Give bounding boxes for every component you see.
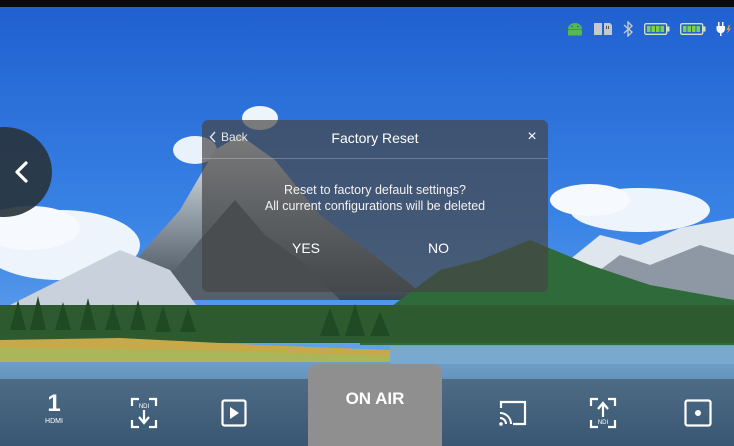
top-border: [0, 0, 734, 7]
ndi-input-button[interactable]: NDI: [129, 396, 159, 430]
source-label: HDMI: [45, 418, 63, 425]
play-icon: [221, 399, 247, 427]
ndi-output-button[interactable]: NDI: [588, 396, 618, 430]
ndi-in-label: NDI: [139, 404, 150, 410]
sd-card-icon: [594, 18, 612, 40]
android-icon: [566, 18, 584, 40]
battery-icon: [644, 18, 670, 40]
ndi-download-icon: NDI: [130, 397, 158, 429]
input-source-button[interactable]: 1 HDMI: [38, 390, 70, 426]
on-air-button[interactable]: ON AIR: [308, 364, 442, 446]
dialog-title: Factory Reset: [331, 130, 419, 146]
cast-icon: [499, 400, 527, 426]
no-button[interactable]: NO: [428, 240, 449, 256]
chevron-left-icon: [15, 161, 28, 183]
message-line-1: Reset to factory default settings?: [283, 183, 467, 197]
battery-icon: [680, 18, 706, 40]
power-plug-icon: [716, 18, 732, 40]
dialog-message: Reset to factory default settings? All c…: [202, 182, 548, 214]
dialog-header: Back Factory Reset ×: [202, 120, 548, 159]
source-number: 1: [47, 390, 61, 417]
factory-reset-dialog: Back Factory Reset × Reset to factory de…: [202, 120, 548, 292]
playback-button[interactable]: [221, 399, 247, 427]
yes-button[interactable]: YES: [292, 240, 320, 256]
device-screen: Back Factory Reset × Reset to factory de…: [0, 0, 734, 446]
cast-button[interactable]: [497, 398, 529, 428]
message-line-2: All current configurations will be delet…: [264, 199, 486, 213]
record-icon: [684, 399, 712, 427]
status-bar: [566, 18, 734, 40]
ndi-upload-icon: NDI: [589, 397, 617, 429]
ndi-out-label: NDI: [598, 420, 609, 426]
record-button[interactable]: [684, 399, 712, 427]
close-button[interactable]: ×: [522, 127, 542, 147]
bluetooth-icon: [622, 18, 634, 40]
